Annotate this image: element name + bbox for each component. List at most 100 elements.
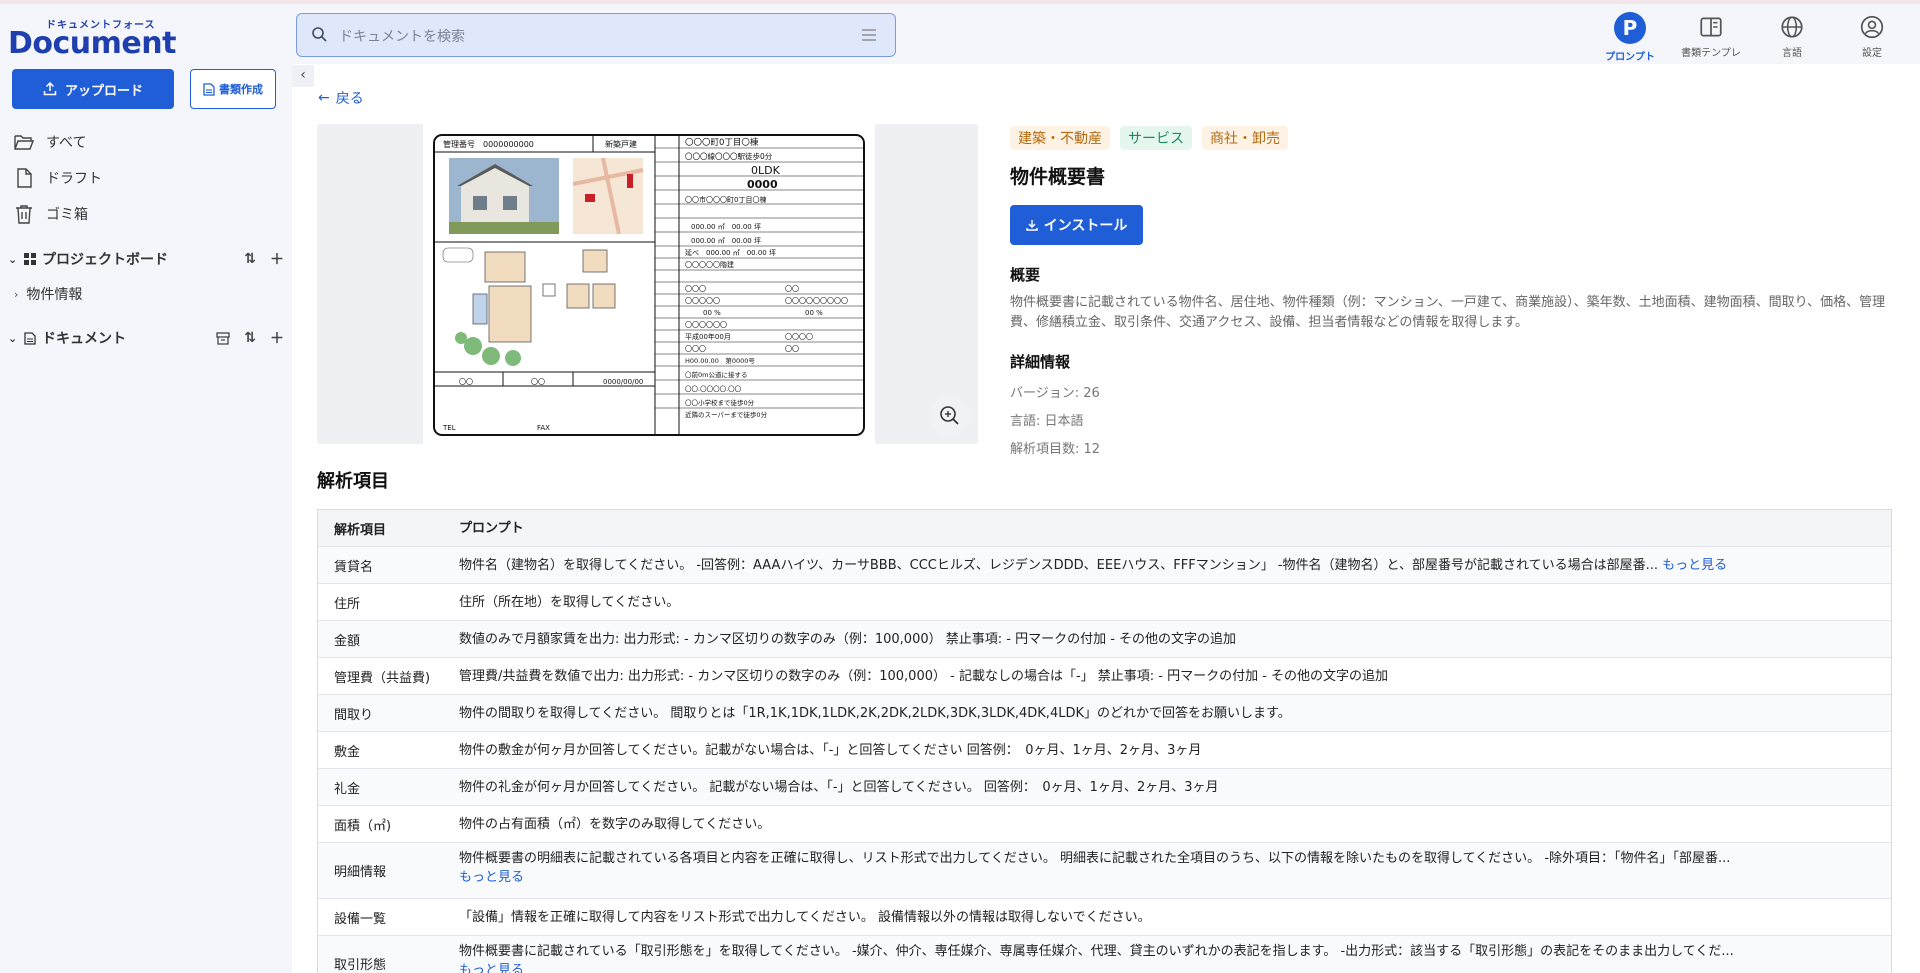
sidebar-item-draft[interactable]: ドラフト [14,166,102,190]
show-more-link[interactable]: もっと見る [459,963,524,973]
nav-language[interactable]: 言語 [1752,10,1832,64]
doc-footer-fax: FAX [537,424,550,432]
add-icon[interactable]: ＋ [270,328,284,348]
sort-icon[interactable]: ⇅ [244,330,256,346]
preview-document-image: 管理番号 0000000000 新築戸建 〇〇 〇〇 0000/00/00 TE… [423,124,875,444]
doc-station: 〇〇〇線〇〇〇駅徒歩0分 [685,151,773,161]
page-title: 物件概要書 [1010,166,1106,188]
prompt-cell: 数値のみで月額家賃を出力: 出力形式: - カンマ区切りの数字のみ（例：100,… [459,631,1237,647]
document-icon [24,331,36,345]
collapse-sidebar-button[interactable]: ‹ [292,65,314,87]
upload-button[interactable]: アップロード [12,69,174,109]
summary-text: 物件概要書に記載されている物件名、居住地、物件種類（例：マンション、一戸建て、商… [1010,295,1886,330]
nav-template-label: 書類テンプレ [1681,48,1741,59]
sidebar-item-label: ゴミ箱 [46,207,88,223]
doc-location: 〇〇市〇〇〇町0丁目〇棟 [685,195,766,204]
doc-address: 〇〇〇町0丁目〇棟 [685,137,759,148]
prompt-cell: 住所（所在地）を取得してください。 [459,594,680,610]
table-row: 金額 数値のみで月額家賃を出力: 出力形式: - カンマ区切りの数字のみ（例：1… [318,621,1891,658]
show-more-link[interactable]: もっと見る [459,870,524,885]
doc-structure: 〇〇〇〇〇階建 [685,260,734,269]
arrow-left-icon: ← [318,90,330,106]
sidebar-item-label: すべて [46,135,87,151]
prompt-cell: 物件概要書の明細表に記載されている各項目と内容を正確に取得し、リスト形式で出力し… [459,843,1891,898]
nav-prompt[interactable]: P プロンプト [1590,10,1670,64]
chevron-down-icon[interactable]: ⌄ [8,332,20,345]
back-link[interactable]: ← 戻る [318,88,364,108]
analysis-items-heading: 解析項目 [317,471,389,492]
table-row: 間取り 物件の間取りを取得してください。 間取りとは「1R,1K,1DK,1LD… [318,695,1891,732]
filter-lines-icon[interactable] [861,28,877,42]
sort-icon[interactable]: ⇅ [244,251,256,267]
app-logo[interactable]: ドキュメントフォース Document Force [8,14,268,96]
category-tags: 建築・不動産 サービス 商社・卸売 [1010,126,1288,150]
create-document-label: 書類作成 [219,83,263,96]
chevron-down-icon[interactable]: ⌄ [8,253,20,266]
add-icon[interactable]: ＋ [270,249,284,269]
doc-misc-6: 00 % [805,309,823,317]
doc-misc-3: 〇〇〇〇〇 [685,297,720,305]
nav-language-label: 言語 [1782,48,1802,59]
doc-misc-15: 〇〇小学校まで徒歩0分 [685,398,755,407]
detail-version: バージョン: 26 [1010,386,1100,401]
search-box[interactable]: ドキュメントを検索 [296,13,896,57]
property-sheet-thumbnail: 管理番号 0000000000 新築戸建 〇〇 〇〇 0000/00/00 TE… [433,134,865,436]
table-row: 住所 住所（所在地）を取得してください。 [318,584,1891,621]
show-more-link[interactable]: もっと見る [1662,556,1727,575]
prompt-cell: 管理費/共益費を数値で出力: 出力形式: - カンマ区切りの数字のみ（例：100… [459,668,1389,684]
create-document-button[interactable]: 書類作成 [190,69,276,109]
sidebar-item-trash[interactable]: ゴミ箱 [14,202,88,226]
tag-chip: 建築・不動産 [1010,126,1110,150]
prompt-cell: 物件の占有面積（㎡）を数字のみ取得してください。 [459,816,771,832]
prompt-cell: 「設備」情報を正確に取得して内容をリスト形式で出力してください。 設備情報以外の… [459,909,1151,925]
section-documents[interactable]: ⌄ ドキュメント ⇅ ＋ [8,326,284,350]
zoom-in-button[interactable] [930,396,970,436]
app-header: ドキュメントフォース Document Force ドキュメントを検索 P プロ… [0,4,1920,96]
item-name-cell: 住所 [334,596,361,612]
section-project-board-label: プロジェクトボード [42,252,168,268]
search-input[interactable]: ドキュメントを検索 [339,26,465,46]
sidebar-item-all[interactable]: すべて [14,130,86,154]
nav-template[interactable]: 書類テンプレ [1671,10,1751,64]
table-row: 礼金 物件の礼金が何ヶ月か回答してください。 記載がない場合は、「-」と回答して… [318,769,1891,806]
summary-heading: 概要 [1010,266,1041,284]
doc-mgmt-no: 管理番号 0000000000 [443,139,534,149]
user-settings-icon [1860,15,1884,39]
document-icon [203,82,215,96]
trash-icon [16,205,32,224]
sidebar-item-project[interactable]: › 物件情報 [14,283,82,305]
detail-heading: 詳細情報 [1010,353,1071,371]
doc-misc-16: 近隣のスーパーまで徒歩0分 [685,410,768,419]
detail-item-count: 解析項目数: 12 [1010,442,1101,457]
doc-misc-13: 〇前0m公道に接する [685,370,747,379]
chevron-right-icon[interactable]: › [14,288,18,301]
doc-layout: 0LDK [751,164,781,177]
doc-footer-tel: TEL [442,424,456,432]
item-name-cell: 取引形態 [334,958,387,973]
prompt-p-icon: P [1614,12,1646,44]
install-button[interactable]: インストール [1010,205,1143,245]
table-row: 取引形態 物件概要書に記載されている「取引形態を」を取得してください。 -媒介、… [318,936,1891,973]
archive-icon[interactable] [216,331,230,345]
doc-misc-4: 〇〇〇〇〇〇〇〇〇 [785,297,848,305]
doc-footer-val-1: 〇〇 [459,378,473,386]
sidebar: アップロード 書類作成 すべて ドラフト ゴミ箱 ⌄ プロジェクトボード ⇅ ＋… [0,64,292,973]
search-icon [312,27,327,42]
doc-misc-1: 〇〇〇 [685,285,706,293]
nav-settings[interactable]: 設定 [1832,10,1912,64]
column-header: 解析項目 [334,522,387,538]
doc-price: 0000 [747,178,778,191]
doc-footer-date: 0000/00/00 [603,378,643,386]
upload-button-label: アップロード [64,83,143,99]
zoom-in-icon [940,406,959,425]
doc-misc-14: 〇〇.〇〇〇〇.〇〇 [685,385,742,393]
section-project-board[interactable]: ⌄ プロジェクトボード ⇅ ＋ [8,247,284,271]
doc-misc-12: H00.00.00 第0000号 [685,356,755,365]
detail-language: 言語: 日本語 [1010,414,1084,429]
doc-area-2: 000.00 ㎡ 00.00 坪 [691,237,761,245]
doc-misc-10: 〇〇〇 [685,345,706,353]
download-icon [1025,220,1038,231]
prompt-cell: 物件名（建物名）を取得してください。 -回答例：AAAハイツ、カーサBBB、CC… [459,547,1891,583]
folder-open-icon [14,135,34,150]
sidebar-item-label: ドラフト [46,171,102,187]
